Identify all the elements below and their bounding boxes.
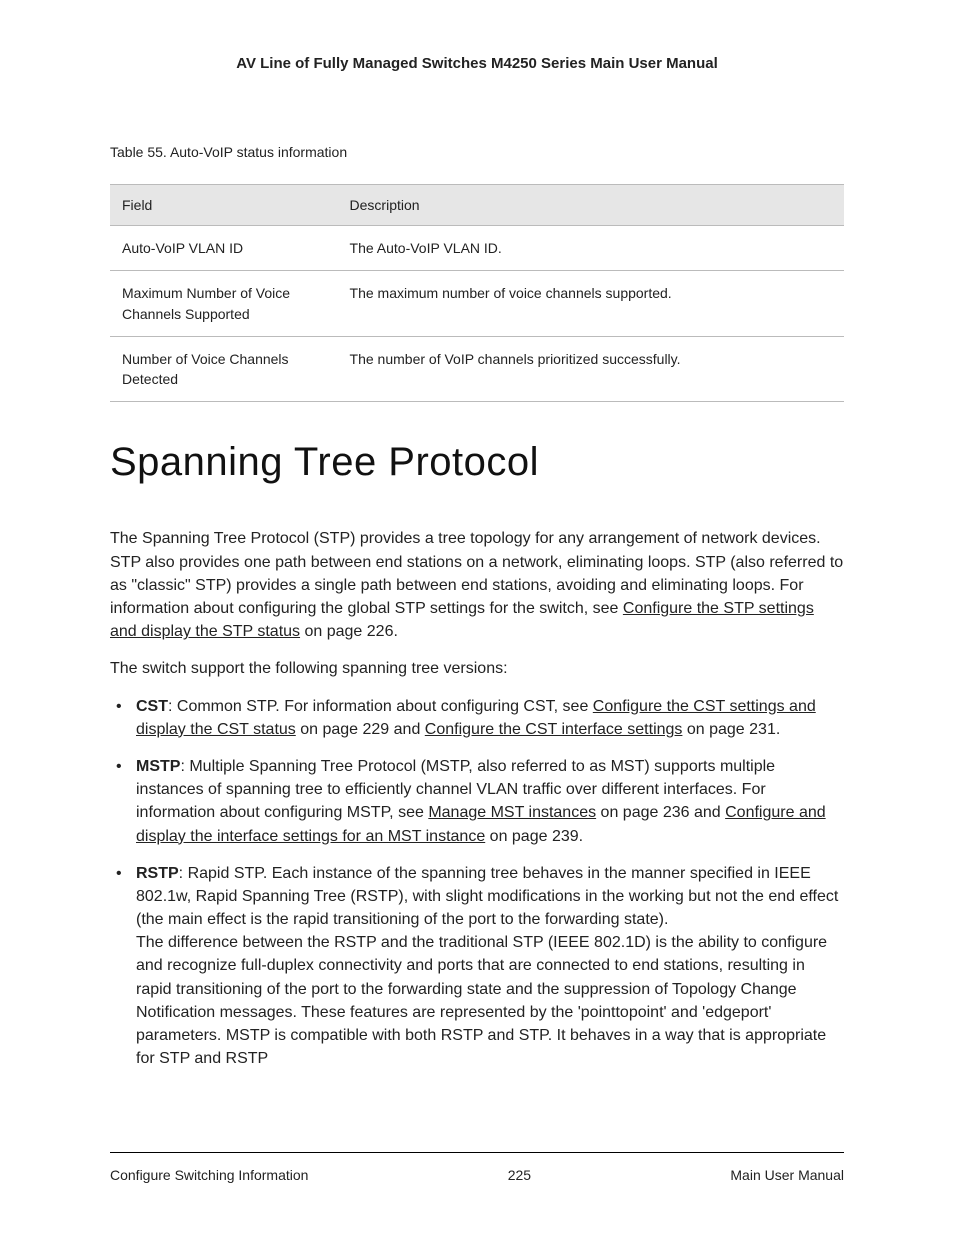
table-row: Maximum Number of Voice Channels Support… <box>110 271 844 337</box>
list-item-cst: CST: Common STP. For information about c… <box>130 695 844 741</box>
document-header: AV Line of Fully Managed Switches M4250 … <box>110 55 844 72</box>
column-header-description: Description <box>338 185 844 226</box>
cell-field: Number of Voice Channels Detected <box>110 336 338 402</box>
link-manage-mst[interactable]: Manage MST instances <box>428 804 596 821</box>
footer-manual-title: Main User Manual <box>730 1167 844 1183</box>
intro-paragraph: The Spanning Tree Protocol (STP) provide… <box>110 527 844 643</box>
term-cst: CST <box>136 698 168 715</box>
footer-section-title: Configure Switching Information <box>110 1167 308 1183</box>
link-configure-cst-interface[interactable]: Configure the CST interface settings <box>425 721 683 738</box>
list-item-rstp: RSTP: Rapid STP. Each instance of the sp… <box>130 862 844 1071</box>
cell-description: The Auto-VoIP VLAN ID. <box>338 226 844 271</box>
list-text: on page 229 and <box>296 721 425 738</box>
table-row: Number of Voice Channels Detected The nu… <box>110 336 844 402</box>
supported-versions-paragraph: The switch support the following spannin… <box>110 657 844 680</box>
list-text: The difference between the RSTP and the … <box>136 934 827 1067</box>
term-rstp: RSTP <box>136 865 179 882</box>
paragraph-text: on page 226. <box>300 623 398 640</box>
table-header-row: Field Description <box>110 185 844 226</box>
list-item-mstp: MSTP: Multiple Spanning Tree Protocol (M… <box>130 755 844 848</box>
table-row: Auto-VoIP VLAN ID The Auto-VoIP VLAN ID. <box>110 226 844 271</box>
table-caption: Table 55. Auto-VoIP status information <box>110 144 844 160</box>
cell-field: Auto-VoIP VLAN ID <box>110 226 338 271</box>
page-footer: Configure Switching Information 225 Main… <box>110 1152 844 1183</box>
cell-description: The maximum number of voice channels sup… <box>338 271 844 337</box>
cell-field: Maximum Number of Voice Channels Support… <box>110 271 338 337</box>
list-text: : Common STP. For information about conf… <box>168 698 593 715</box>
list-text: on page 231. <box>682 721 780 738</box>
section-heading: Spanning Tree Protocol <box>110 440 844 485</box>
term-mstp: MSTP <box>136 758 180 775</box>
footer-rule <box>110 1152 844 1153</box>
page-number: 225 <box>508 1167 531 1183</box>
stp-versions-list: CST: Common STP. For information about c… <box>110 695 844 1071</box>
cell-description: The number of VoIP channels prioritized … <box>338 336 844 402</box>
list-text: : Rapid STP. Each instance of the spanni… <box>136 865 838 928</box>
list-text: on page 236 and <box>596 804 725 821</box>
list-text: on page 239. <box>485 828 583 845</box>
column-header-field: Field <box>110 185 338 226</box>
voip-status-table: Field Description Auto-VoIP VLAN ID The … <box>110 184 844 402</box>
